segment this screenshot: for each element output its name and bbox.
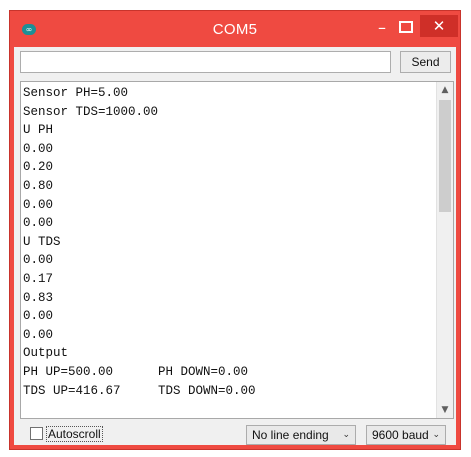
output-line: U PH [23,123,54,138]
output-line: 0.00 [23,216,54,231]
output-line: PH UP=500.00 PH DOWN=0.00 [23,364,249,379]
output-line: 0.20 [23,160,54,175]
close-button[interactable]: ✕ [420,15,458,37]
serial-output-area[interactable]: Sensor PH=5.00 Sensor TDS=1000.00 U PH 0… [20,81,454,419]
minimize-button[interactable]: – [372,19,392,37]
output-line: 0.00 [23,141,54,156]
output-line: 0.00 [23,197,54,212]
line-ending-dropdown[interactable]: No line ending ⌄ [246,425,356,445]
output-line: Sensor TDS=1000.00 [23,104,159,119]
send-button[interactable]: Send [400,51,451,73]
scroll-down-arrow-icon[interactable]: ▼ [437,402,453,418]
line-ending-value: No line ending [252,428,329,442]
output-line: TDS UP=416.67 TDS DOWN=0.00 [23,383,256,398]
output-line: 0.00 [23,327,54,342]
baud-rate-dropdown[interactable]: 9600 baud ⌄ [366,425,446,445]
baud-rate-value: 9600 baud [372,428,429,442]
output-line: U TDS [23,234,61,249]
bottom-bar: Autoscroll No line ending ⌄ 9600 baud ⌄ [20,423,452,445]
output-line: Sensor PH=5.00 [23,86,129,100]
serial-monitor-window: ∞ COM5 – ✕ Send Sensor PH=5.00 Sensor TD… [9,10,461,450]
output-line: 0.80 [23,178,54,193]
output-line: 0.17 [23,271,54,286]
serial-monitor-body: Send Sensor PH=5.00 Sensor TDS=1000.00 U… [14,47,456,445]
chevron-down-icon: ⌄ [342,430,350,440]
serial-send-input[interactable] [20,51,391,73]
autoscroll-checkbox[interactable] [30,427,43,440]
title-bar[interactable]: ∞ COM5 – ✕ [10,11,460,51]
vertical-scrollbar[interactable]: ▲ ▼ [436,82,453,418]
send-row: Send [20,51,452,75]
chevron-down-icon: ⌄ [432,430,440,440]
output-line: 0.00 [23,309,54,324]
output-line: 0.83 [23,290,54,305]
window-title: COM5 [212,21,258,38]
output-line: Output [23,346,69,361]
autoscroll-label[interactable]: Autoscroll [46,426,103,442]
output-line: 0.00 [23,253,54,268]
maximize-button[interactable] [399,21,413,33]
scrollbar-thumb[interactable] [439,100,451,212]
serial-output-lines: Sensor PH=5.00 Sensor TDS=1000.00 U PH 0… [23,84,431,400]
scroll-up-arrow-icon[interactable]: ▲ [437,82,453,98]
